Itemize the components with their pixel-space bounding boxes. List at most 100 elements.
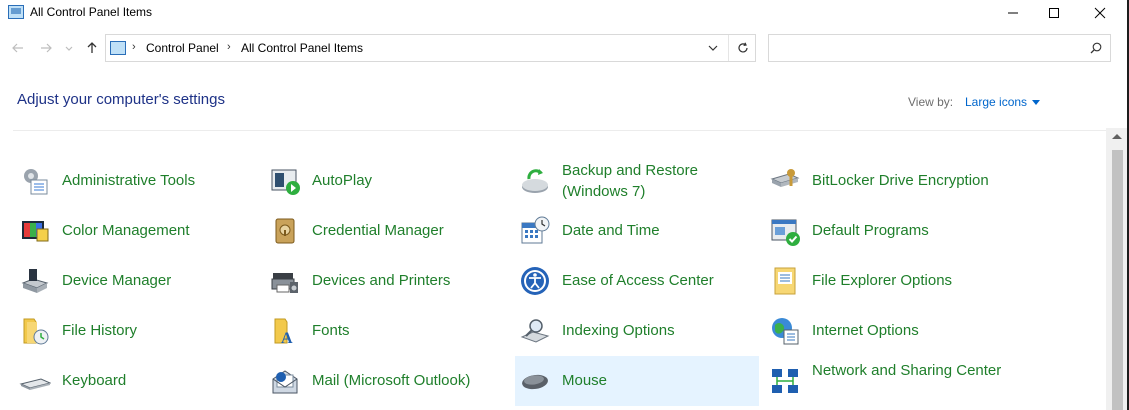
item-color-management[interactable]: Color Management bbox=[15, 206, 259, 256]
item-label[interactable]: Indexing Options bbox=[562, 320, 752, 341]
item-autoplay[interactable]: AutoPlay bbox=[265, 156, 509, 206]
scroll-up-arrow-icon[interactable] bbox=[1112, 134, 1122, 139]
item-date-time[interactable]: Date and Time bbox=[515, 206, 759, 256]
control-panel-icon bbox=[110, 41, 126, 55]
breadcrumb-separator-icon[interactable]: › bbox=[132, 41, 136, 53]
search-input[interactable] bbox=[773, 38, 1073, 58]
item-fonts[interactable]: A Fonts bbox=[265, 306, 509, 356]
item-backup-restore[interactable]: Backup and Restore (Windows 7) bbox=[515, 156, 759, 206]
file-history-icon bbox=[23, 318, 49, 345]
item-ease-of-access[interactable]: Ease of Access Center bbox=[515, 256, 759, 306]
arrow-left-icon bbox=[12, 43, 23, 53]
window-title: All Control Panel Items bbox=[30, 5, 153, 19]
breadcrumb-separator-icon[interactable]: › bbox=[227, 41, 231, 53]
refresh-icon bbox=[738, 42, 748, 53]
item-indexing-options[interactable]: Indexing Options bbox=[515, 306, 759, 356]
back-button[interactable] bbox=[8, 38, 28, 58]
svg-text:A: A bbox=[281, 330, 293, 347]
item-label[interactable]: File History bbox=[62, 320, 252, 341]
item-file-history[interactable]: File History bbox=[15, 306, 259, 356]
breadcrumb-control-panel[interactable]: Control Panel bbox=[146, 41, 219, 55]
item-administrative-tools[interactable]: Administrative Tools bbox=[15, 156, 259, 206]
item-label[interactable]: Color Management bbox=[62, 220, 252, 241]
close-button[interactable] bbox=[1077, 0, 1123, 26]
indexing-options-icon bbox=[520, 319, 550, 343]
ease-of-access-icon bbox=[521, 267, 549, 295]
item-network-sharing[interactable]: Network and Sharing Center bbox=[765, 356, 1009, 406]
item-label[interactable]: BitLocker Drive Encryption bbox=[812, 170, 1002, 191]
scrollbar-thumb[interactable] bbox=[1112, 150, 1123, 410]
divider bbox=[728, 35, 729, 61]
item-mouse[interactable]: Mouse bbox=[515, 356, 759, 406]
caret-down-icon bbox=[1032, 99, 1041, 105]
chevron-down-icon bbox=[708, 45, 718, 51]
item-label[interactable]: Backup and Restore (Windows 7) bbox=[562, 160, 752, 202]
forward-button[interactable] bbox=[36, 38, 56, 58]
control-panel-icon bbox=[8, 5, 24, 19]
chevron-down-icon bbox=[65, 46, 73, 51]
device-manager-icon bbox=[21, 269, 49, 293]
backup-restore-icon bbox=[522, 169, 548, 193]
item-label[interactable]: Mail (Microsoft Outlook) bbox=[312, 370, 502, 391]
arrow-right-icon bbox=[41, 43, 52, 53]
item-device-manager[interactable]: Device Manager bbox=[15, 256, 259, 306]
view-by-dropdown[interactable]: Large icons bbox=[965, 95, 1041, 109]
item-devices-printers[interactable]: Devices and Printers bbox=[265, 256, 509, 306]
title-bar: All Control Panel Items bbox=[0, 0, 1129, 26]
item-label[interactable]: Devices and Printers bbox=[312, 270, 502, 291]
item-label[interactable]: Credential Manager bbox=[312, 220, 502, 241]
maximize-icon bbox=[1049, 8, 1059, 18]
search-icon[interactable] bbox=[1090, 42, 1102, 54]
item-default-programs[interactable]: Default Programs bbox=[765, 206, 1009, 256]
file-explorer-options-icon bbox=[774, 267, 796, 295]
administrative-tools-icon bbox=[24, 169, 48, 195]
fonts-icon: A bbox=[274, 318, 293, 347]
default-programs-icon bbox=[771, 219, 800, 246]
item-label[interactable]: Date and Time bbox=[562, 220, 752, 241]
item-label[interactable]: Network and Sharing Center bbox=[812, 360, 1002, 381]
breadcrumb-all-items[interactable]: All Control Panel Items bbox=[241, 41, 363, 55]
vertical-scrollbar[interactable] bbox=[1106, 128, 1129, 410]
refresh-button[interactable] bbox=[730, 35, 756, 61]
item-label[interactable]: File Explorer Options bbox=[812, 270, 1002, 291]
item-label[interactable]: Mouse bbox=[562, 370, 752, 391]
item-label[interactable]: Administrative Tools bbox=[62, 170, 252, 191]
network-sharing-icon bbox=[772, 369, 798, 393]
mail-icon bbox=[272, 370, 298, 394]
arrow-up-icon bbox=[87, 42, 97, 53]
address-dropdown-button[interactable] bbox=[698, 35, 728, 61]
internet-options-icon bbox=[772, 318, 799, 345]
item-bitlocker[interactable]: BitLocker Drive Encryption bbox=[765, 156, 1009, 206]
credential-manager-icon bbox=[275, 218, 295, 244]
divider bbox=[13, 130, 1108, 131]
autoplay-icon bbox=[271, 169, 300, 195]
minimize-button[interactable] bbox=[990, 0, 1036, 26]
item-file-explorer-options[interactable]: File Explorer Options bbox=[765, 256, 1009, 306]
minimize-icon bbox=[1008, 12, 1018, 14]
view-by-label: View by: bbox=[908, 95, 954, 109]
item-label[interactable]: Internet Options bbox=[812, 320, 1002, 341]
item-label[interactable]: Keyboard bbox=[62, 370, 252, 391]
item-label[interactable]: Default Programs bbox=[812, 220, 1002, 241]
maximize-button[interactable] bbox=[1031, 0, 1077, 26]
bitlocker-icon bbox=[770, 169, 800, 187]
address-bar[interactable]: › Control Panel › All Control Panel Item… bbox=[105, 34, 756, 62]
search-box[interactable] bbox=[768, 34, 1111, 62]
close-icon bbox=[1094, 7, 1106, 19]
mouse-icon bbox=[522, 374, 548, 390]
view-by-value[interactable]: Large icons bbox=[965, 95, 1027, 109]
item-label[interactable]: Fonts bbox=[312, 320, 502, 341]
devices-printers-icon bbox=[271, 273, 298, 293]
item-label[interactable]: Device Manager bbox=[62, 270, 252, 291]
item-internet-options[interactable]: Internet Options bbox=[765, 306, 1009, 356]
item-label[interactable]: Ease of Access Center bbox=[562, 270, 752, 291]
up-button[interactable] bbox=[82, 38, 102, 58]
item-label[interactable]: AutoPlay bbox=[312, 170, 502, 191]
item-credential-manager[interactable]: Credential Manager bbox=[265, 206, 509, 256]
color-management-icon bbox=[22, 221, 49, 242]
page-title: Adjust your computer's settings bbox=[17, 91, 225, 108]
date-time-icon bbox=[521, 216, 550, 244]
item-keyboard[interactable]: Keyboard bbox=[15, 356, 259, 406]
item-mail[interactable]: Mail (Microsoft Outlook) bbox=[265, 356, 509, 406]
recent-locations-button[interactable] bbox=[62, 38, 76, 58]
